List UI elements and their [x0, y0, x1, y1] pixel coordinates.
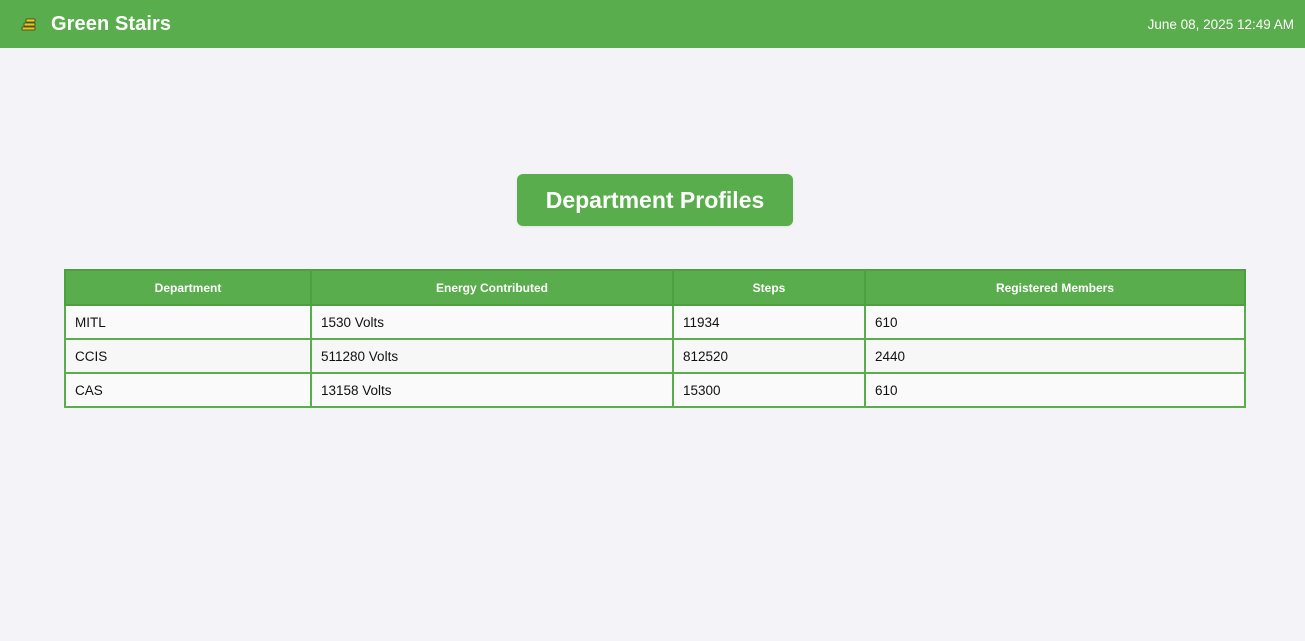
column-header-department[interactable]: Department: [64, 269, 312, 306]
table-row[interactable]: MITL 1530 Volts 11934 610: [64, 304, 1246, 340]
cell-members: 2440: [864, 338, 1246, 374]
page-title: Department Profiles: [517, 174, 793, 226]
app-name: Green Stairs: [51, 12, 172, 35]
cell-department: MITL: [64, 304, 312, 340]
cell-members: 610: [864, 304, 1246, 340]
column-header-members[interactable]: Registered Members: [864, 269, 1246, 306]
top-bar: Green Stairs June 08, 2025 12:49 AM: [0, 0, 1305, 48]
cell-department: CCIS: [64, 338, 312, 374]
cell-steps: 15300: [672, 372, 866, 408]
department-table: Department Energy Contributed Steps Regi…: [64, 269, 1246, 408]
cell-energy: 1530 Volts: [310, 304, 674, 340]
column-header-steps[interactable]: Steps: [672, 269, 866, 306]
stairs-icon: [20, 15, 38, 33]
cell-steps: 812520: [672, 338, 866, 374]
table-row[interactable]: CCIS 511280 Volts 812520 2440: [64, 338, 1246, 374]
cell-energy: 511280 Volts: [310, 338, 674, 374]
cell-members: 610: [864, 372, 1246, 408]
brand[interactable]: Green Stairs: [20, 13, 171, 36]
cell-energy: 13158 Volts: [310, 372, 674, 408]
table-header-row: Department Energy Contributed Steps Regi…: [64, 269, 1246, 306]
table-row[interactable]: CAS 13158 Volts 15300 610: [64, 372, 1246, 408]
cell-department: CAS: [64, 372, 312, 408]
column-header-energy[interactable]: Energy Contributed: [310, 269, 674, 306]
cell-steps: 11934: [672, 304, 866, 340]
current-datetime: June 08, 2025 12:49 AM: [1147, 16, 1294, 32]
